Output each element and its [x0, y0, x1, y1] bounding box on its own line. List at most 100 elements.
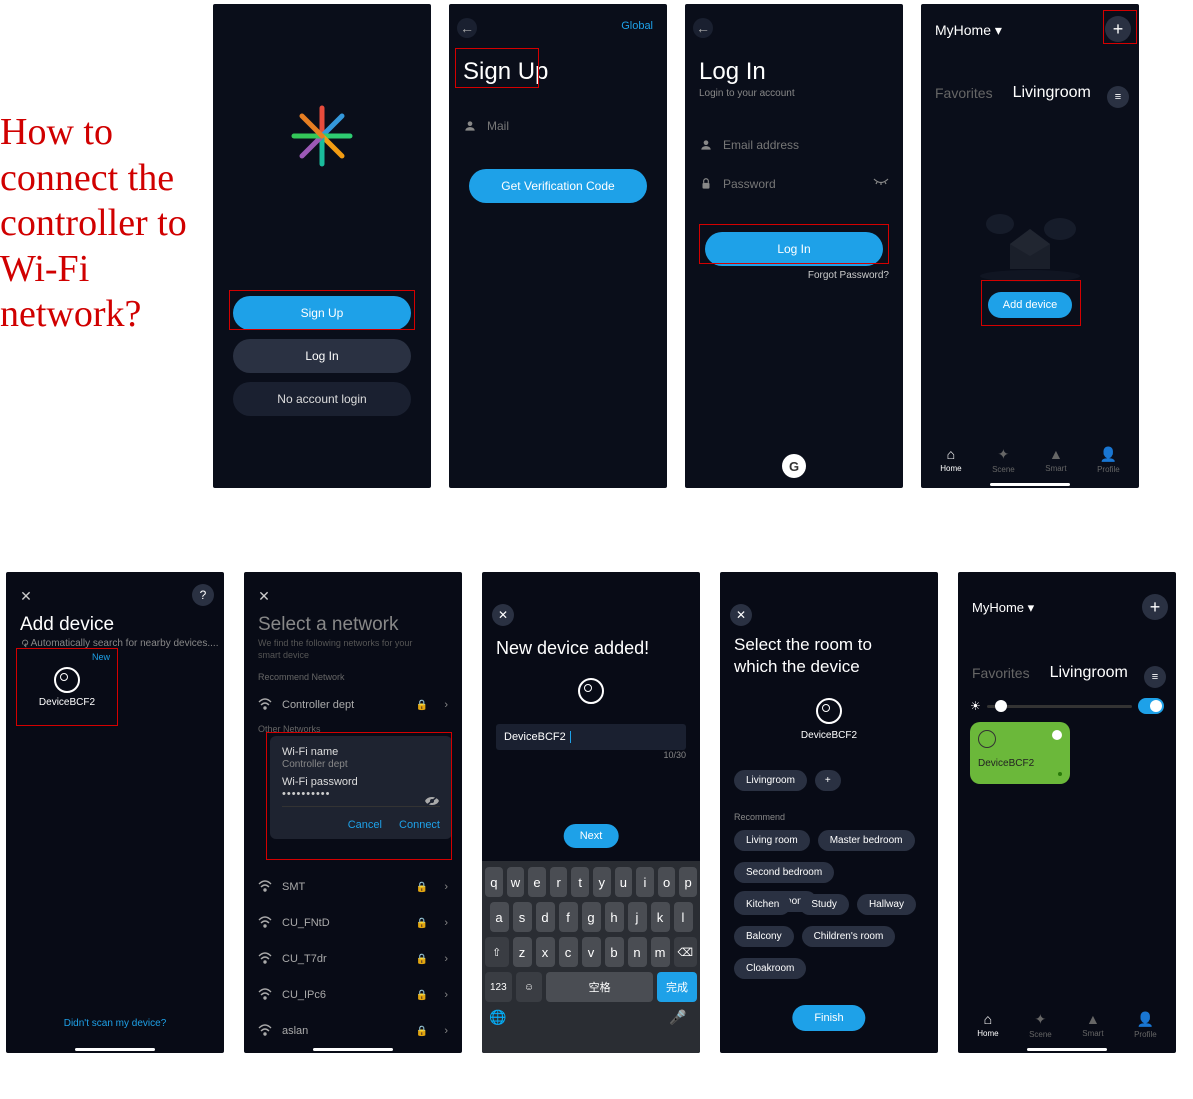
key[interactable]: q [485, 867, 503, 897]
empty-illustration-icon [970, 194, 1090, 284]
forgot-password-link[interactable]: Forgot Password? [808, 270, 889, 281]
key[interactable]: u [615, 867, 633, 897]
menu-icon[interactable]: ≡ [1144, 666, 1166, 688]
room-chip[interactable]: Master bedroom [818, 830, 915, 851]
key[interactable]: s [513, 902, 532, 932]
home-dropdown[interactable]: MyHome ▾ [935, 22, 1002, 39]
key[interactable]: o [658, 867, 676, 897]
nav-home[interactable]: ⌂Home [977, 1011, 998, 1039]
room-chip[interactable]: Balcony [734, 926, 794, 947]
home-indicator [990, 483, 1070, 486]
finish-button[interactable]: Finish [792, 1005, 865, 1031]
region-link[interactable]: Global [621, 20, 653, 32]
key[interactable]: a [490, 902, 509, 932]
room-chip[interactable]: Second bedroom [734, 862, 834, 883]
device-name-input[interactable]: DeviceBCF2 [496, 724, 686, 750]
nav-smart[interactable]: ▲Smart [1045, 446, 1066, 474]
guest-login-button[interactable]: No account login [233, 382, 411, 416]
key[interactable]: b [605, 937, 624, 967]
shift-key[interactable]: ⇧ [485, 937, 509, 967]
email-field[interactable]: Email address [699, 138, 889, 152]
key[interactable]: j [628, 902, 647, 932]
globe-icon[interactable]: 🌐 [489, 1009, 513, 1026]
nav-home[interactable]: ⌂Home [940, 446, 961, 474]
done-key[interactable]: 完成 [657, 972, 697, 1002]
room-chip[interactable]: Kitchen [734, 894, 791, 915]
network-row[interactable]: aslan🔒› [258, 1016, 448, 1046]
back-icon[interactable]: ← [457, 18, 477, 38]
device-tile[interactable]: DeviceBCF2 [970, 722, 1070, 784]
key[interactable]: x [536, 937, 555, 967]
key[interactable]: l [674, 902, 693, 932]
room-chip-selected[interactable]: Livingroom [734, 770, 807, 791]
key[interactable]: y [593, 867, 611, 897]
add-room-button[interactable]: + [815, 770, 841, 791]
home-dropdown[interactable]: MyHome ▾ [972, 600, 1034, 616]
key[interactable]: g [582, 902, 601, 932]
password-field[interactable]: Password [699, 177, 889, 191]
close-icon[interactable]: ✕ [730, 604, 752, 626]
slider-thumb[interactable] [995, 700, 1007, 712]
nav-scene[interactable]: ✦Scene [992, 446, 1015, 474]
highlight-box [229, 290, 415, 330]
back-icon[interactable]: ← [693, 18, 713, 38]
backspace-key[interactable]: ⌫ [674, 937, 698, 967]
key[interactable]: w [507, 867, 525, 897]
key[interactable]: f [559, 902, 578, 932]
network-row[interactable]: CU_IPc6🔒› [258, 980, 448, 1010]
key[interactable]: h [605, 902, 624, 932]
nav-profile[interactable]: 👤Profile [1134, 1011, 1157, 1039]
close-icon[interactable]: ✕ [16, 586, 36, 606]
google-login-button[interactable]: G [782, 454, 806, 478]
key[interactable]: d [536, 902, 555, 932]
device-icon [578, 678, 604, 704]
space-key[interactable]: 空格 [546, 972, 653, 1002]
network-row[interactable]: Controller dept🔒› [258, 690, 448, 720]
nav-scene[interactable]: ✦Scene [1029, 1011, 1052, 1039]
tab-favorites[interactable]: Favorites [972, 665, 1030, 681]
tab-livingroom[interactable]: Livingroom [1013, 84, 1091, 102]
tab-livingroom[interactable]: Livingroom [1050, 664, 1128, 682]
room-chip[interactable]: Study [799, 894, 849, 915]
close-icon[interactable]: ✕ [492, 604, 514, 626]
key[interactable]: n [628, 937, 647, 967]
menu-icon[interactable]: ≡ [1107, 86, 1129, 108]
key[interactable]: k [651, 902, 670, 932]
room-chip[interactable]: Living room [734, 830, 810, 851]
login-button[interactable]: Log In [233, 339, 411, 373]
key[interactable]: e [528, 867, 546, 897]
key[interactable]: p [679, 867, 697, 897]
login-title: Log In [699, 58, 766, 86]
get-code-button[interactable]: Get Verification Code [469, 169, 647, 203]
key[interactable]: v [582, 937, 601, 967]
key[interactable]: m [651, 937, 670, 967]
tile-toggle[interactable] [1052, 730, 1062, 740]
email-field[interactable]: Mail [463, 119, 653, 133]
help-icon[interactable]: ? [192, 584, 214, 606]
person-icon [699, 138, 713, 152]
add-button[interactable]: + [1142, 594, 1168, 620]
key[interactable]: z [513, 937, 532, 967]
room-chip[interactable]: Cloakroom [734, 958, 806, 979]
manual-scan-link[interactable]: Didn't scan my device? [64, 1018, 167, 1029]
brightness-slider[interactable]: ☀ [970, 698, 1164, 714]
show-password-icon[interactable] [873, 177, 889, 191]
network-row[interactable]: SMT🔒› [258, 872, 448, 902]
key[interactable]: c [559, 937, 578, 967]
room-chip[interactable]: Children's room [802, 926, 896, 947]
key[interactable]: t [571, 867, 589, 897]
nav-smart[interactable]: ▲Smart [1082, 1011, 1103, 1039]
power-toggle[interactable] [1138, 698, 1164, 714]
close-icon[interactable]: ✕ [254, 586, 274, 606]
network-row[interactable]: CU_FNtD🔒› [258, 908, 448, 938]
next-button[interactable]: Next [564, 824, 619, 848]
emoji-key[interactable]: ☺ [516, 972, 543, 1002]
nav-profile[interactable]: 👤Profile [1097, 446, 1120, 474]
room-chip[interactable]: Hallway [857, 894, 916, 915]
mic-icon[interactable]: 🎤 [669, 1009, 693, 1026]
numeric-key[interactable]: 123 [485, 972, 512, 1002]
key[interactable]: r [550, 867, 568, 897]
network-row[interactable]: CU_T7dr🔒› [258, 944, 448, 974]
tab-favorites[interactable]: Favorites [935, 85, 993, 101]
key[interactable]: i [636, 867, 654, 897]
